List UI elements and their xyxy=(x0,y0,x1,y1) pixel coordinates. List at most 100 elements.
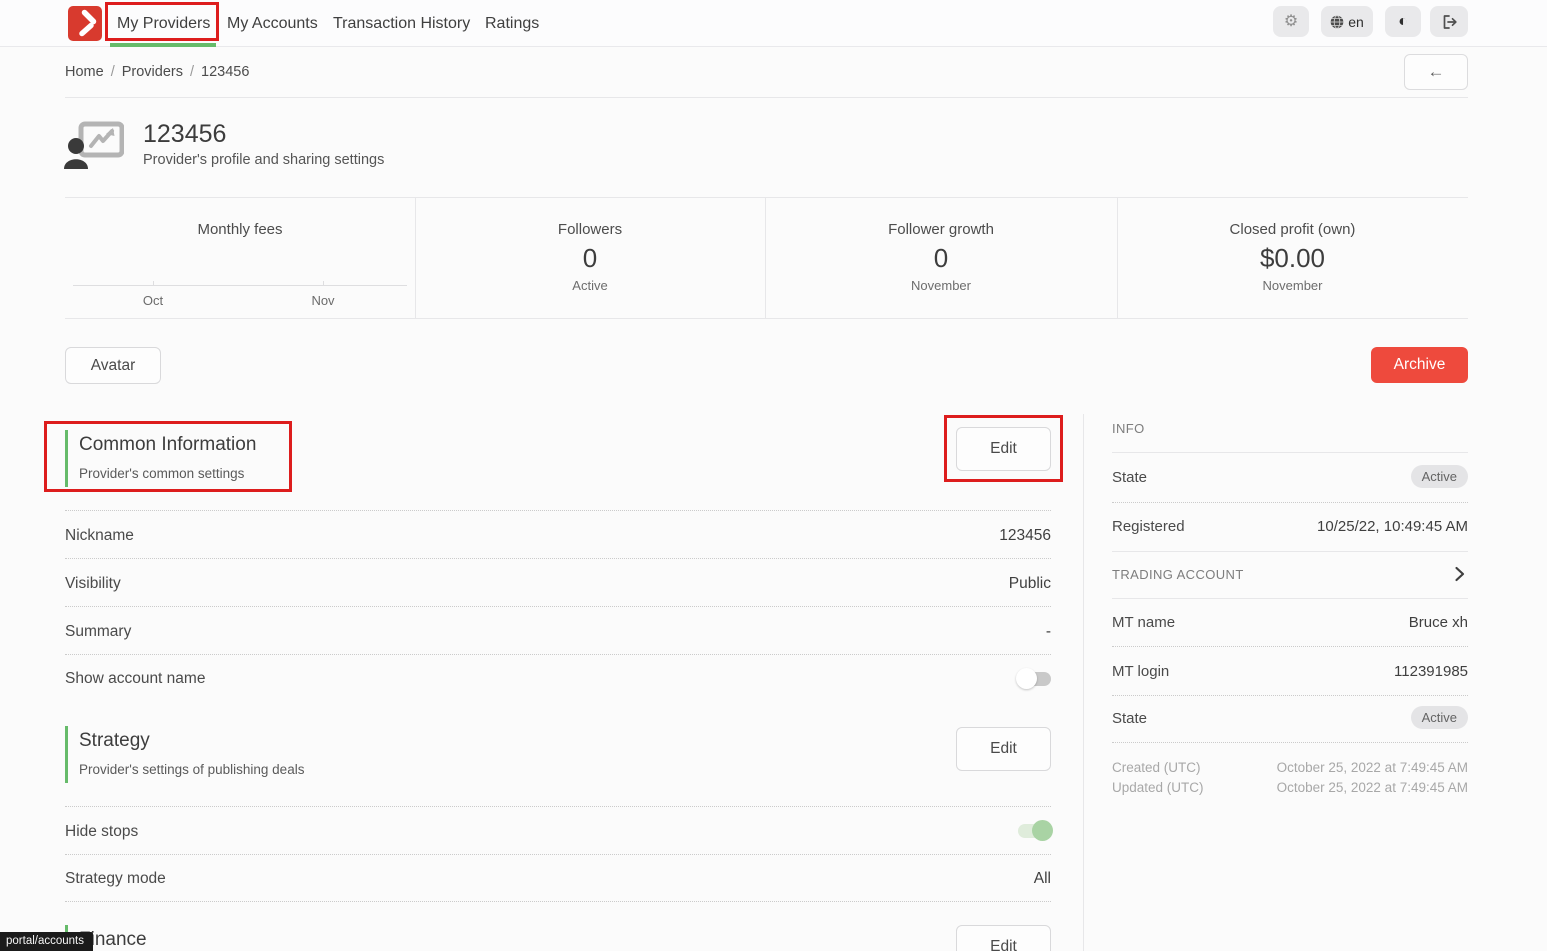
field-label-visibility: Visibility xyxy=(65,575,121,593)
divider xyxy=(1112,452,1468,453)
field-value-visibility: Public xyxy=(1009,575,1051,593)
breadcrumb-current: 123456 xyxy=(201,64,249,80)
info-value-mt-name: Bruce xh xyxy=(1409,614,1468,631)
top-navbar: My Providers My Accounts Transaction His… xyxy=(0,0,1547,47)
back-button[interactable]: ← xyxy=(1404,54,1468,90)
field-label-summary: Summary xyxy=(65,623,131,641)
divider xyxy=(1112,551,1468,552)
field-value-nickname: 123456 xyxy=(999,527,1051,545)
stat-caption: Active xyxy=(415,278,765,293)
chart-tick xyxy=(153,281,154,286)
section-accent-bar xyxy=(65,726,68,783)
info-value-registered: 10/25/22, 10:49:45 AM xyxy=(1317,518,1468,535)
field-label-strategy-mode: Strategy mode xyxy=(65,870,166,888)
stat-card-monthly-fees: Monthly fees Oct Nov xyxy=(65,197,415,318)
chart-tick xyxy=(323,281,324,286)
divider xyxy=(65,654,1051,655)
language-button[interactable]: en xyxy=(1321,6,1373,37)
edit-strategy-button[interactable]: Edit xyxy=(956,727,1051,771)
breadcrumb-providers[interactable]: Providers xyxy=(122,64,183,80)
info-label-mt-name: MT name xyxy=(1112,614,1175,631)
theme-toggle-button[interactable]: ◐ xyxy=(1385,6,1421,37)
stat-title: Followers xyxy=(415,221,765,238)
breadcrumb-home[interactable]: Home xyxy=(65,64,104,80)
settings-button[interactable]: ⚙ xyxy=(1273,6,1309,37)
chart-tick-label: Oct xyxy=(143,293,163,308)
state-badge: Active xyxy=(1411,465,1468,488)
info-label-created-utc: Created (UTC) xyxy=(1112,760,1201,775)
provider-profile-icon xyxy=(64,121,124,169)
breadcrumb: Home / Providers / 123456 xyxy=(65,47,249,97)
info-label-state: State xyxy=(1112,469,1147,486)
info-label-account-state: State xyxy=(1112,710,1147,727)
gear-icon: ⚙ xyxy=(1284,14,1298,30)
back-arrow-icon: ← xyxy=(1428,62,1445,81)
nav-item-ratings[interactable]: Ratings xyxy=(485,0,539,47)
archive-button[interactable]: Archive xyxy=(1371,347,1468,383)
divider xyxy=(1112,742,1468,743)
toggle-knob xyxy=(1032,820,1053,841)
info-panel-header: INFO xyxy=(1112,421,1145,436)
stat-value: $0.00 xyxy=(1117,243,1468,274)
globe-icon xyxy=(1330,15,1344,29)
divider xyxy=(65,806,1051,807)
edit-finance-button[interactable]: Edit xyxy=(956,925,1051,951)
section-subtitle: Provider's settings of publishing deals xyxy=(79,762,304,777)
info-value-created-utc: October 25, 2022 at 7:49:45 AM xyxy=(1277,760,1468,775)
account-state-badge: Active xyxy=(1411,706,1468,729)
nav-item-my-accounts[interactable]: My Accounts xyxy=(227,0,318,47)
edit-common-information-button[interactable]: Edit xyxy=(956,427,1051,471)
toggle-knob xyxy=(1016,668,1037,689)
stat-title: Monthly fees xyxy=(65,221,415,238)
brand-logo-icon[interactable] xyxy=(68,6,102,41)
divider xyxy=(65,318,1468,319)
section-accent-bar xyxy=(65,430,68,487)
stat-caption: November xyxy=(1117,278,1468,293)
section-title-common-information: Common Information xyxy=(79,434,256,456)
stat-value: 0 xyxy=(415,243,765,274)
field-value-strategy-mode: All xyxy=(1034,870,1051,888)
section-title-strategy: Strategy xyxy=(79,730,150,752)
breadcrumb-separator: / xyxy=(111,64,115,80)
info-value-mt-login: 112391985 xyxy=(1394,663,1468,680)
divider xyxy=(65,558,1051,559)
divider xyxy=(1112,695,1468,696)
stat-caption: November xyxy=(765,278,1117,293)
field-label-show-account-name: Show account name xyxy=(65,670,205,688)
divider xyxy=(65,510,1051,511)
info-value-updated-utc: October 25, 2022 at 7:49:45 AM xyxy=(1277,780,1468,795)
divider xyxy=(1112,502,1468,503)
field-label-nickname: Nickname xyxy=(65,527,134,545)
info-label-registered: Registered xyxy=(1112,518,1185,535)
logout-button[interactable] xyxy=(1430,6,1468,37)
avatar-button[interactable]: Avatar xyxy=(65,347,161,384)
language-code-label: en xyxy=(1348,14,1364,30)
chart-tick-label: Nov xyxy=(311,293,334,308)
field-value-summary: - xyxy=(1046,623,1051,641)
trading-account-header[interactable]: TRADING ACCOUNT xyxy=(1112,567,1244,582)
nav-item-transaction-history[interactable]: Transaction History xyxy=(333,0,470,47)
field-label-hide-stops: Hide stops xyxy=(65,823,138,841)
stat-card-follower-growth: Follower growth 0 November xyxy=(765,197,1117,318)
stat-card-followers: Followers 0 Active xyxy=(415,197,765,318)
divider xyxy=(1083,414,1084,951)
annotation-box-common-information xyxy=(44,421,292,492)
divider xyxy=(65,854,1051,855)
divider xyxy=(65,901,1051,902)
contrast-icon: ◐ xyxy=(1398,14,1408,30)
provider-profile-page: My Providers My Accounts Transaction His… xyxy=(0,0,1547,951)
page-title: 123456 xyxy=(143,120,226,149)
hide-stops-toggle[interactable] xyxy=(1018,824,1051,838)
nav-item-my-providers[interactable]: My Providers xyxy=(117,0,210,47)
page-subtitle: Provider's profile and sharing settings xyxy=(143,152,384,168)
chart-x-axis xyxy=(73,285,407,286)
breadcrumb-separator: / xyxy=(190,64,194,80)
stat-title: Closed profit (own) xyxy=(1117,221,1468,238)
divider xyxy=(1112,646,1468,647)
stat-card-closed-profit: Closed profit (own) $0.00 November xyxy=(1117,197,1468,318)
show-account-name-toggle[interactable] xyxy=(1018,672,1051,686)
info-label-mt-login: MT login xyxy=(1112,663,1169,680)
divider xyxy=(65,97,1468,98)
info-label-updated-utc: Updated (UTC) xyxy=(1112,780,1204,795)
chevron-right-icon[interactable] xyxy=(1454,566,1465,582)
